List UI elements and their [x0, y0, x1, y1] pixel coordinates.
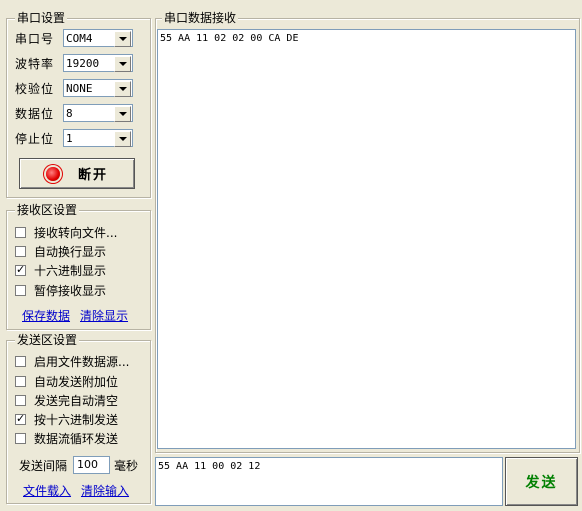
load-file-link[interactable]: 文件载入	[23, 482, 71, 499]
send-option-loop[interactable]: 数据流循环发送	[15, 429, 118, 447]
chevron-down-icon[interactable]	[114, 106, 131, 122]
option-label: 自动换行显示	[34, 244, 107, 259]
receive-settings-title: 接收区设置	[15, 203, 80, 217]
send-settings-group: 发送区设置 启用文件数据源... 自动发送附加位 发送完自动清空 按十六进制发送…	[6, 333, 151, 504]
stopbits-select[interactable]: 1	[63, 129, 133, 147]
parity-value: NONE	[66, 81, 93, 95]
receive-option-pause[interactable]: 暂停接收显示	[15, 281, 106, 299]
baud-label: 波特率	[15, 56, 55, 71]
send-settings-title: 发送区设置	[15, 333, 80, 347]
port-label: 串口号	[15, 31, 55, 46]
send-option-file-source[interactable]: 启用文件数据源...	[15, 352, 129, 370]
chevron-down-icon[interactable]	[114, 81, 131, 97]
serial-settings-group: 串口设置 串口号 COM4 波特率 19200 校验位 NONE 数据位 8 停…	[6, 11, 151, 198]
databits-value: 8	[66, 106, 73, 120]
send-option-auto-clear[interactable]: 发送完自动清空	[15, 391, 118, 409]
checkbox-checked[interactable]	[15, 412, 26, 425]
checkbox[interactable]	[15, 394, 26, 406]
serial-settings-title: 串口设置	[15, 11, 68, 25]
interval-unit: 毫秒	[114, 458, 139, 473]
parity-row: 校验位 NONE	[15, 78, 133, 98]
disconnect-button[interactable]: 断开	[19, 158, 135, 189]
parity-label: 校验位	[15, 81, 55, 96]
checkbox[interactable]	[15, 245, 26, 257]
save-data-link[interactable]: 保存数据	[22, 307, 70, 324]
option-label: 数据流循环发送	[34, 431, 119, 446]
status-led-icon	[45, 166, 60, 181]
baud-row: 波特率 19200	[15, 53, 133, 73]
port-row: 串口号 COM4	[15, 28, 133, 48]
chevron-down-icon[interactable]	[114, 131, 131, 147]
baud-select[interactable]: 19200	[63, 54, 133, 72]
send-button-label: 发送	[525, 474, 558, 491]
send-option-append-bit[interactable]: 自动发送附加位	[15, 372, 118, 390]
receive-option-hex-display[interactable]: 十六进制显示	[15, 261, 106, 279]
option-label: 十六进制显示	[34, 263, 107, 278]
option-label: 自动发送附加位	[34, 374, 119, 389]
stopbits-value: 1	[66, 131, 73, 145]
receive-textarea[interactable]: 55 AA 11 02 02 00 CA DE	[157, 29, 576, 449]
interval-row: 发送间隔 100 毫秒	[19, 455, 138, 475]
stopbits-label: 停止位	[15, 131, 55, 146]
checkbox-checked[interactable]	[15, 263, 26, 276]
option-label: 接收转向文件...	[34, 225, 118, 240]
receive-settings-group: 接收区设置 接收转向文件... 自动换行显示 十六进制显示 暂停接收显示 保存数…	[6, 203, 151, 330]
checkbox[interactable]	[15, 284, 26, 296]
checkbox[interactable]	[15, 355, 26, 367]
option-label: 启用文件数据源...	[34, 354, 130, 369]
databits-row: 数据位 8	[15, 103, 133, 123]
option-label: 发送完自动清空	[34, 393, 119, 408]
chevron-down-icon[interactable]	[114, 31, 131, 47]
receive-option-auto-wrap[interactable]: 自动换行显示	[15, 242, 106, 260]
send-button[interactable]: 发送	[505, 457, 578, 506]
disconnect-label: 断开	[77, 168, 108, 183]
clear-display-link[interactable]: 清除显示	[80, 307, 128, 324]
databits-label: 数据位	[15, 106, 55, 121]
parity-select[interactable]: NONE	[63, 79, 133, 97]
option-label: 按十六进制发送	[34, 412, 119, 427]
clear-input-link[interactable]: 清除输入	[81, 482, 129, 499]
interval-input[interactable]: 100	[73, 456, 111, 474]
databits-select[interactable]: 8	[63, 104, 133, 122]
receive-option-to-file[interactable]: 接收转向文件...	[15, 223, 117, 241]
baud-value: 19200	[66, 56, 100, 70]
checkbox[interactable]	[15, 432, 26, 444]
port-select[interactable]: COM4	[63, 29, 133, 47]
checkbox[interactable]	[15, 375, 26, 387]
receive-area-title: 串口数据接收	[162, 11, 239, 25]
option-label: 暂停接收显示	[34, 283, 107, 298]
send-textarea[interactable]: 55 AA 11 00 02 12	[155, 457, 503, 506]
port-value: COM4	[66, 31, 93, 45]
send-option-hex[interactable]: 按十六进制发送	[15, 410, 118, 428]
chevron-down-icon[interactable]	[114, 56, 131, 72]
checkbox[interactable]	[15, 226, 26, 238]
interval-label: 发送间隔	[19, 458, 68, 473]
stopbits-row: 停止位 1	[15, 128, 133, 148]
